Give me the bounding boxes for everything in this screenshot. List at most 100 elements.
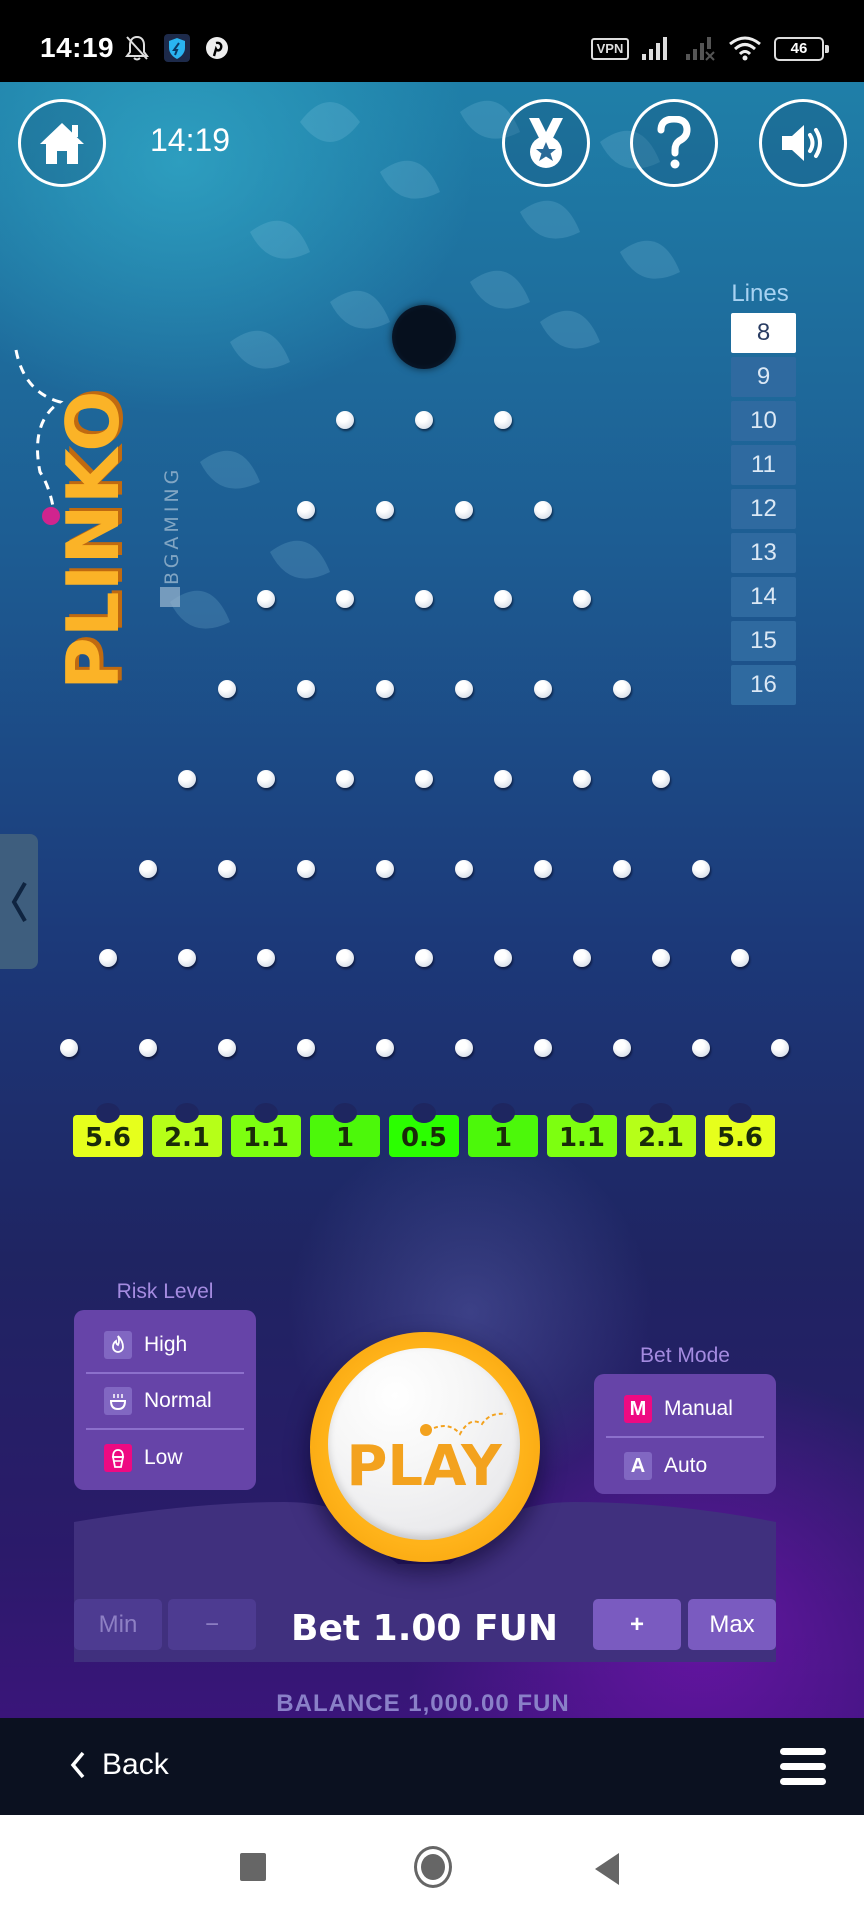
wifi-icon [729,36,761,61]
peg [533,500,552,519]
status-time: 14:19 [40,32,115,63]
peg [494,590,512,609]
peg [652,949,670,968]
peg [415,949,433,968]
risk-option-label: Low [144,1446,183,1469]
bet-amount: Bet 1.00 FUN [291,1608,558,1649]
peg [454,859,473,878]
max-bet-button[interactable]: Max [688,1599,776,1650]
signal-no-service-icon [686,37,715,61]
bet-mode-manual[interactable]: M Manual [606,1382,764,1438]
risk-level-panel: High Normal Low [74,1310,256,1490]
peg [296,500,315,519]
peg [375,500,394,519]
peg [770,1038,789,1057]
pinterest-icon [206,37,228,59]
peg [138,1038,157,1057]
signal-icon [642,37,667,60]
min-bet-button[interactable]: Min [74,1599,162,1650]
peg [415,590,433,609]
multiplier-bucket: 1.1 [231,1103,301,1157]
system-navigation-bar [0,1815,864,1920]
peg [99,949,117,968]
peg [612,859,631,878]
bet-mode-panel: M Manual A Auto [594,1374,776,1494]
bet-mode-option-label: Auto [664,1454,708,1477]
peg [296,1038,315,1057]
multiplier-bucket: 0.5 [389,1103,459,1157]
system-home-icon[interactable] [414,1846,452,1888]
cup-icon [104,1387,132,1415]
play-button-face: PLAY [328,1348,520,1540]
peg [375,859,394,878]
peg [375,680,394,699]
hamburger-icon[interactable] [780,1748,826,1788]
peg-board: 5.6 2.1 1.1 1 0.5 1 1.1 2.1 5.6 [0,82,864,1202]
chevron-left-icon [70,1751,85,1779]
peg [691,859,710,878]
peg [454,1038,473,1057]
bet-mode-label: Bet Mode [640,1344,730,1367]
peg [533,859,552,878]
risk-level-label: Risk Level [116,1280,214,1303]
multiplier-bucket: 2.1 [626,1103,696,1157]
peg [257,590,275,609]
peg [533,1038,552,1057]
decrease-bet-button[interactable]: − [168,1599,256,1650]
peg [296,680,315,699]
peg [217,1038,236,1057]
back-label: Back [102,1748,169,1781]
peg [494,769,512,788]
peg [59,1038,78,1057]
play-label: PLAY [346,1434,502,1499]
increase-bet-button[interactable]: + [593,1599,681,1650]
vpn-badge: VPN [591,38,629,60]
peg [336,590,354,609]
status-bar: 14:19 VPN 46 [0,0,864,82]
peg [415,411,433,429]
risk-option-high[interactable]: High [86,1318,244,1374]
multiplier-bucket: 2.1 [152,1103,222,1157]
system-back-icon[interactable] [595,1853,619,1885]
manual-badge-icon: M [624,1395,652,1423]
bet-mode-auto[interactable]: A Auto [606,1438,764,1494]
peg [217,859,236,878]
peg [257,769,275,788]
peg [375,1038,394,1057]
bet-mode-option-label: Manual [664,1397,733,1420]
peg [652,769,670,788]
recent-apps-icon[interactable] [240,1853,266,1881]
vpn-shield-app-icon [164,34,190,62]
risk-option-label: Normal [144,1389,212,1412]
peg [178,949,196,968]
risk-option-low[interactable]: Low [86,1430,244,1486]
peg [257,949,275,968]
peg [612,1038,631,1057]
back-button[interactable]: Back [70,1748,169,1782]
auto-badge-icon: A [624,1452,652,1480]
peg [296,859,315,878]
peg [731,949,749,968]
peg [612,680,631,699]
peg [336,411,354,429]
balance-display: BALANCE 1,000.00 FUN [276,1690,570,1717]
peg [573,590,591,609]
flame-icon [104,1331,132,1359]
peg [336,769,354,788]
peg [415,769,433,788]
peg [454,500,473,519]
plinko-game: 14:19 PLINKO PLINKO BGAMING Lines 8 9 10… [0,82,864,1718]
peg [573,949,591,968]
peg [494,949,512,968]
risk-option-normal[interactable]: Normal [86,1374,244,1430]
peg [454,680,473,699]
site-bottom-bar: Back [0,1718,864,1815]
peg [533,680,552,699]
peg [691,1038,710,1057]
play-button[interactable]: PLAY [310,1332,540,1562]
peg [178,769,196,788]
multiplier-bucket: 1 [310,1103,380,1157]
peg [573,769,591,788]
peg [138,859,157,878]
peg [494,411,512,429]
